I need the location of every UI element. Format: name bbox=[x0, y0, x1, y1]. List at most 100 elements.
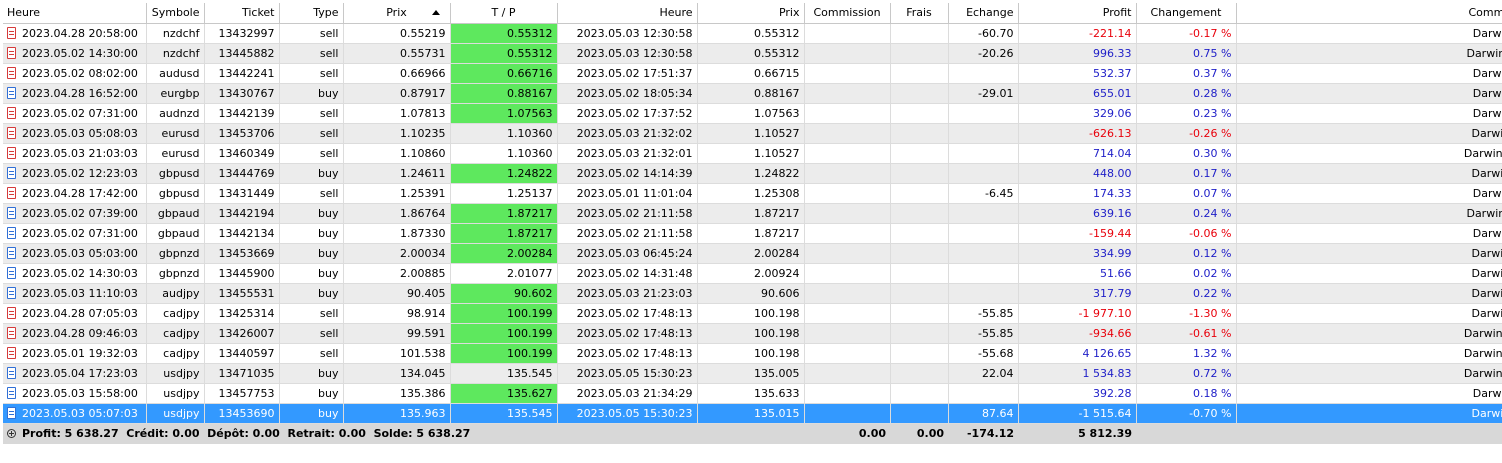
sell-document-icon bbox=[7, 326, 16, 339]
cell-ticket: 13453669 bbox=[204, 243, 280, 264]
cell-close-time: 2023.05.03 06:45:24 bbox=[557, 243, 698, 264]
cell-swap bbox=[948, 383, 1019, 404]
cell-swap: -29.01 bbox=[948, 83, 1019, 104]
col-header-fees[interactable]: Frais bbox=[890, 3, 949, 24]
cell-symbol: gbpnzd bbox=[146, 243, 205, 264]
table-row[interactable]: 2023.04.28 09:46:03 cadjpy 13426007 sell 99.… bbox=[3, 323, 1502, 344]
col-header-tp[interactable]: T / P bbox=[450, 3, 558, 24]
cell-swap: -20.26 bbox=[948, 43, 1019, 64]
cell-commission bbox=[804, 143, 891, 164]
cell-profit: -159.44 bbox=[1018, 223, 1137, 244]
open-time-text: 2023.04.28 09:46:03 bbox=[22, 326, 138, 340]
cell-fees bbox=[890, 123, 949, 144]
col-header-change[interactable]: Changement bbox=[1136, 3, 1237, 24]
cell-open-price: 1.10235 bbox=[343, 123, 451, 144]
col-header-open-time[interactable]: Heure bbox=[3, 3, 147, 24]
table-row[interactable]: 2023.05.02 08:02:00 audusd 13442241 sell 0.6… bbox=[3, 63, 1502, 84]
table-row[interactable]: 2023.05.02 14:30:00 nzdchf 13445882 sell 0.5… bbox=[3, 43, 1502, 64]
cell-profit: 448.00 bbox=[1018, 163, 1137, 184]
cell-tp: 1.10360 bbox=[450, 123, 558, 144]
cell-profit: -1 515.64 bbox=[1018, 403, 1137, 424]
cell-change: -0.17 % bbox=[1136, 23, 1237, 44]
table-row[interactable]: 2023.05.03 15:58:00 usdjpy 13457753 buy 135.… bbox=[3, 383, 1502, 404]
summary-row: Profit: 5 638.27 Crédit: 0.00 Dépôt: 0.0… bbox=[3, 423, 1502, 444]
col-header-close-time[interactable]: Heure bbox=[557, 3, 698, 24]
cell-tp: 1.25137 bbox=[450, 183, 558, 204]
col-header-type[interactable]: Type bbox=[279, 3, 344, 24]
summary-commission-total: 0.00 bbox=[804, 423, 890, 444]
table-row[interactable]: 2023.05.03 05:07:03 usdjpy 13453690 buy 135.… bbox=[3, 403, 1502, 424]
cell-type: buy bbox=[279, 363, 344, 384]
cell-open-price: 0.55731 bbox=[343, 43, 451, 64]
table-row[interactable]: 2023.04.28 17:42:00 gbpusd 13431449 sell 1.2… bbox=[3, 183, 1502, 204]
buy-document-icon bbox=[7, 226, 16, 239]
table-row[interactable]: 2023.05.02 07:39:00 gbpaud 13442194 buy 1.86… bbox=[3, 203, 1502, 224]
cell-change: 0.18 % bbox=[1136, 383, 1237, 404]
table-row[interactable]: 2023.04.28 16:52:00 eurgbp 13430767 buy 0.87… bbox=[3, 83, 1502, 104]
cell-change: -0.06 % bbox=[1136, 223, 1237, 244]
cell-commission bbox=[804, 103, 891, 124]
cell-fees bbox=[890, 223, 949, 244]
col-header-comment[interactable]: Commentair bbox=[1236, 3, 1502, 24]
cell-open-time: 2023.05.01 19:32:03 bbox=[3, 343, 147, 364]
cell-profit: 714.04 bbox=[1018, 143, 1137, 164]
table-row[interactable]: 2023.04.28 07:05:03 cadjpy 13425314 sell 98.… bbox=[3, 303, 1502, 324]
cell-profit: 639.16 bbox=[1018, 203, 1137, 224]
table-row[interactable]: 2023.05.04 17:23:03 usdjpy 13471035 buy 134.… bbox=[3, 363, 1502, 384]
cell-comment: Darwin Swing NR bbox=[1236, 363, 1502, 384]
table-row[interactable]: 2023.05.03 21:03:03 eurusd 13460349 sell 1.1… bbox=[3, 143, 1502, 164]
cell-change: -1.30 % bbox=[1136, 303, 1237, 324]
cell-open-price: 1.25391 bbox=[343, 183, 451, 204]
open-time-text: 2023.04.28 20:58:00 bbox=[22, 26, 138, 40]
expand-plus-icon[interactable] bbox=[7, 429, 16, 439]
col-header-ticket[interactable]: Ticket bbox=[204, 3, 280, 24]
cell-ticket: 13442194 bbox=[204, 203, 280, 224]
cell-comment: Darwin Swing NR bbox=[1236, 343, 1502, 364]
table-row[interactable]: 2023.04.28 20:58:00 nzdchf 13432997 sell 0.5… bbox=[3, 23, 1502, 44]
col-header-open-price[interactable]: Prix bbox=[343, 3, 451, 24]
cell-open-price: 135.963 bbox=[343, 403, 451, 424]
cell-open-time: 2023.05.02 07:31:00 bbox=[3, 223, 147, 244]
cell-comment: Darwin Swing N bbox=[1236, 263, 1502, 284]
cell-swap bbox=[948, 283, 1019, 304]
cell-tp: 1.87217 bbox=[450, 203, 558, 224]
cell-profit: -934.66 bbox=[1018, 323, 1137, 344]
table-row[interactable]: 2023.05.02 14:30:03 gbpnzd 13445900 buy 2.00… bbox=[3, 263, 1502, 284]
col-header-close-price[interactable]: Prix bbox=[697, 3, 805, 24]
table-row[interactable]: 2023.05.03 05:03:00 gbpnzd 13453669 buy 2.00… bbox=[3, 243, 1502, 264]
cell-change: 0.22 % bbox=[1136, 283, 1237, 304]
table-row[interactable]: 2023.05.03 11:10:03 audjpy 13455531 buy 90.4… bbox=[3, 283, 1502, 304]
cell-comment: Darwin Swing E bbox=[1236, 63, 1502, 84]
cell-commission bbox=[804, 303, 891, 324]
table-row[interactable]: 2023.05.02 12:23:03 gbpusd 13444769 buy 1.24… bbox=[3, 163, 1502, 184]
cell-tp: 0.55312 bbox=[450, 23, 558, 44]
cell-change: 0.75 % bbox=[1136, 43, 1237, 64]
table-row[interactable]: 2023.05.02 07:31:00 audnzd 13442139 sell 1.0… bbox=[3, 103, 1502, 124]
table-row[interactable]: 2023.05.01 19:32:03 cadjpy 13440597 sell 101… bbox=[3, 343, 1502, 364]
cell-open-price: 2.00034 bbox=[343, 243, 451, 264]
cell-close-price: 0.55312 bbox=[697, 43, 805, 64]
cell-ticket: 13432997 bbox=[204, 23, 280, 44]
cell-tp: 135.545 bbox=[450, 403, 558, 424]
col-header-commission[interactable]: Commission bbox=[804, 3, 891, 24]
cell-ticket: 13460349 bbox=[204, 143, 280, 164]
cell-fees bbox=[890, 323, 949, 344]
col-header-swap[interactable]: Echange bbox=[948, 3, 1019, 24]
open-time-text: 2023.04.28 17:42:00 bbox=[22, 186, 138, 200]
cell-change: 0.30 % bbox=[1136, 143, 1237, 164]
cell-ticket: 13445900 bbox=[204, 263, 280, 284]
cell-profit: -1 977.10 bbox=[1018, 303, 1137, 324]
cell-change: 0.02 % bbox=[1136, 263, 1237, 284]
cell-ticket: 13445882 bbox=[204, 43, 280, 64]
cell-type: buy bbox=[279, 223, 344, 244]
cell-open-time: 2023.04.28 17:42:00 bbox=[3, 183, 147, 204]
table-row[interactable]: 2023.05.02 07:31:00 gbpaud 13442134 buy 1.87… bbox=[3, 223, 1502, 244]
sell-document-icon bbox=[7, 26, 16, 39]
table-row[interactable]: 2023.05.03 05:08:03 eurusd 13453706 sell 1.1… bbox=[3, 123, 1502, 144]
cell-profit: 51.66 bbox=[1018, 263, 1137, 284]
col-header-profit[interactable]: Profit bbox=[1018, 3, 1137, 24]
col-header-symbol[interactable]: Symbole bbox=[146, 3, 205, 24]
open-time-text: 2023.05.02 14:30:03 bbox=[22, 266, 138, 280]
cell-close-price: 100.198 bbox=[697, 303, 805, 324]
cell-tp: 100.199 bbox=[450, 343, 558, 364]
